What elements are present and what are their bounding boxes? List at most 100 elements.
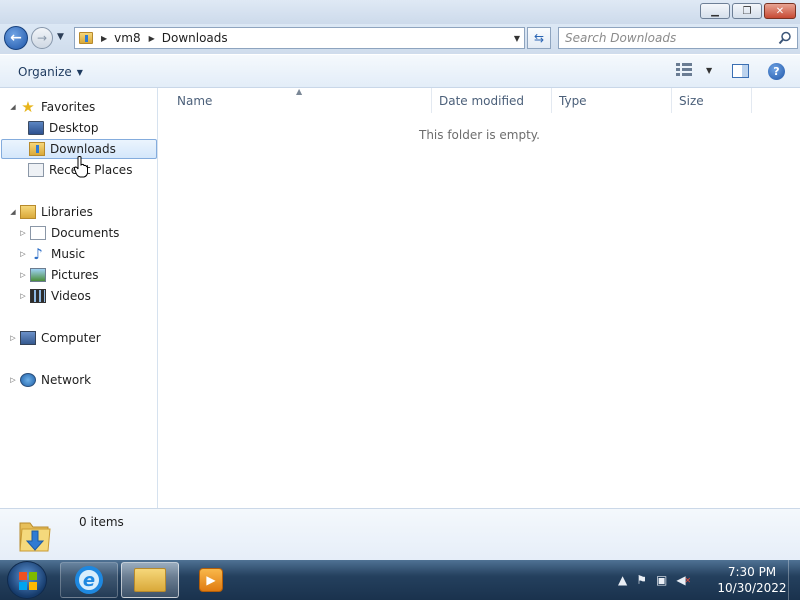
preview-pane-button[interactable] (732, 64, 749, 78)
desktop-icon (28, 121, 44, 135)
item-count: 0 items (79, 515, 124, 529)
column-type-label: Type (559, 93, 587, 108)
show-desktop-button[interactable] (788, 560, 800, 600)
refresh-button[interactable]: ⇆ (527, 27, 551, 49)
chevron-down-icon[interactable]: ▼ (706, 66, 712, 75)
hand-cursor-icon (74, 156, 88, 178)
nav-documents[interactable]: ▷ Documents (18, 223, 119, 243)
command-bar: Organize ▼ ▼ ? (0, 54, 800, 88)
expand-arrow-icon[interactable]: ▷ (8, 334, 18, 342)
clock-time: 7:30 PM (727, 565, 777, 579)
pictures-icon (30, 268, 46, 282)
volume-muted-icon[interactable]: ◀ (676, 573, 691, 587)
maximize-button[interactable]: ❐ (732, 3, 762, 19)
column-name-label: Name (177, 93, 213, 108)
nav-videos-label: Videos (51, 289, 91, 303)
column-header-date-modified[interactable]: Date modified (432, 88, 552, 113)
minimize-button[interactable]: ▁ (700, 3, 730, 19)
start-button[interactable] (7, 561, 47, 599)
organize-button[interactable]: Organize ▼ (18, 65, 83, 79)
nav-network-label: Network (41, 373, 92, 387)
taskbar-internet-explorer[interactable]: e (60, 562, 118, 598)
explorer-window: ▁ ❐ ✕ ← → ▼ ▶ vm8 ▶ Downloads ▼ ⇆ Organi… (0, 0, 800, 560)
window-controls: ▁ ❐ ✕ (700, 3, 796, 19)
taskbar-clock[interactable]: 7:30 PM 10/30/2022 (712, 564, 792, 596)
close-button[interactable]: ✕ (764, 3, 796, 19)
file-list-pane[interactable]: Name ▲ Date modified Type Size This fold… (159, 87, 800, 508)
expand-arrow-icon[interactable]: ▷ (8, 376, 18, 384)
column-header-name[interactable]: Name ▲ (159, 87, 432, 113)
star-icon: ★ (21, 98, 35, 116)
nav-music-label: Music (51, 247, 86, 261)
network-status-icon[interactable]: ▣ (656, 573, 667, 587)
expand-arrow-icon[interactable]: ▷ (18, 229, 28, 237)
windows-explorer-icon (134, 568, 166, 592)
nav-computer[interactable]: ▷ Computer (8, 328, 101, 348)
system-tray: ▲ ⚑ ▣ ◀ (618, 560, 691, 600)
help-icon[interactable]: ? (768, 63, 785, 80)
nav-videos[interactable]: ▷ Videos (18, 286, 91, 306)
forward-button[interactable]: → (31, 27, 53, 49)
back-button[interactable]: ← (4, 26, 28, 50)
breadcrumb-chevron-icon[interactable]: ▶ (101, 34, 107, 43)
search-icon[interactable] (778, 31, 792, 45)
address-dropdown-icon[interactable]: ▼ (514, 34, 520, 43)
nav-libraries-label: Libraries (41, 205, 93, 219)
downloads-folder-icon (19, 522, 51, 552)
nav-downloads-label: Downloads (50, 142, 116, 156)
nav-favorites[interactable]: ◢ ★ Favorites (8, 97, 95, 117)
documents-icon (30, 226, 46, 240)
details-view-icon (676, 63, 692, 77)
show-hidden-icons-icon[interactable]: ▲ (618, 573, 627, 587)
back-arrow-icon: ← (10, 30, 22, 46)
downloads-folder-icon (29, 142, 45, 156)
action-center-flag-icon[interactable]: ⚑ (636, 573, 647, 587)
title-bar[interactable]: ▁ ❐ ✕ (0, 0, 800, 26)
media-player-icon: ▶ (199, 568, 223, 592)
windows-logo-icon (19, 572, 37, 590)
nav-pictures[interactable]: ▷ Pictures (18, 265, 99, 285)
nav-libraries[interactable]: ◢ Libraries (8, 202, 93, 222)
search-box[interactable] (558, 27, 798, 49)
column-header-size[interactable]: Size (672, 88, 752, 113)
change-view-button[interactable]: ▼ (676, 63, 712, 77)
expand-arrow-icon[interactable]: ▷ (18, 292, 28, 300)
network-icon (20, 373, 36, 387)
address-row: ← → ▼ ▶ vm8 ▶ Downloads ▼ ⇆ (0, 24, 800, 54)
expand-arrow-icon[interactable]: ▷ (18, 250, 28, 258)
computer-icon (20, 331, 36, 345)
clock-date: 10/30/2022 (717, 581, 787, 595)
nav-recent-places-label: Recent Places (49, 163, 133, 177)
breadcrumb-chevron-icon[interactable]: ▶ (149, 34, 155, 43)
breadcrumb-vm8[interactable]: vm8 (114, 31, 140, 45)
organize-label: Organize (18, 65, 72, 79)
nav-computer-label: Computer (41, 331, 101, 345)
breadcrumb-downloads[interactable]: Downloads (162, 31, 228, 45)
column-header-row: Name ▲ Date modified Type Size (159, 87, 800, 113)
search-input[interactable] (565, 30, 775, 46)
nav-desktop[interactable]: Desktop (18, 118, 99, 138)
videos-icon (30, 289, 46, 303)
nav-network[interactable]: ▷ Network (8, 370, 91, 390)
recent-pages-dropdown[interactable]: ▼ (57, 32, 64, 42)
empty-folder-message: This folder is empty. (419, 128, 540, 142)
nav-pictures-label: Pictures (51, 268, 99, 282)
nav-desktop-label: Desktop (49, 121, 99, 135)
nav-music[interactable]: ▷ ♪ Music (18, 244, 85, 264)
column-header-type[interactable]: Type (552, 88, 672, 113)
music-note-icon: ♪ (33, 245, 43, 263)
sort-ascending-icon: ▲ (296, 87, 303, 96)
taskbar: e ▶ ▲ ⚑ ▣ ◀ 7:30 PM 10/30/2022 (0, 560, 800, 600)
address-bar[interactable]: ▶ vm8 ▶ Downloads ▼ (74, 27, 525, 49)
downloads-folder-icon (79, 32, 93, 44)
nav-documents-label: Documents (51, 226, 120, 240)
collapse-arrow-icon[interactable]: ◢ (8, 103, 18, 111)
taskbar-media-player[interactable]: ▶ (182, 562, 240, 598)
column-date-label: Date modified (439, 93, 525, 108)
taskbar-windows-explorer[interactable] (121, 562, 179, 598)
forward-arrow-icon: → (36, 31, 48, 45)
collapse-arrow-icon[interactable]: ◢ (8, 208, 18, 216)
internet-explorer-icon: e (75, 566, 103, 594)
expand-arrow-icon[interactable]: ▷ (18, 271, 28, 279)
refresh-icon: ⇆ (533, 31, 545, 45)
